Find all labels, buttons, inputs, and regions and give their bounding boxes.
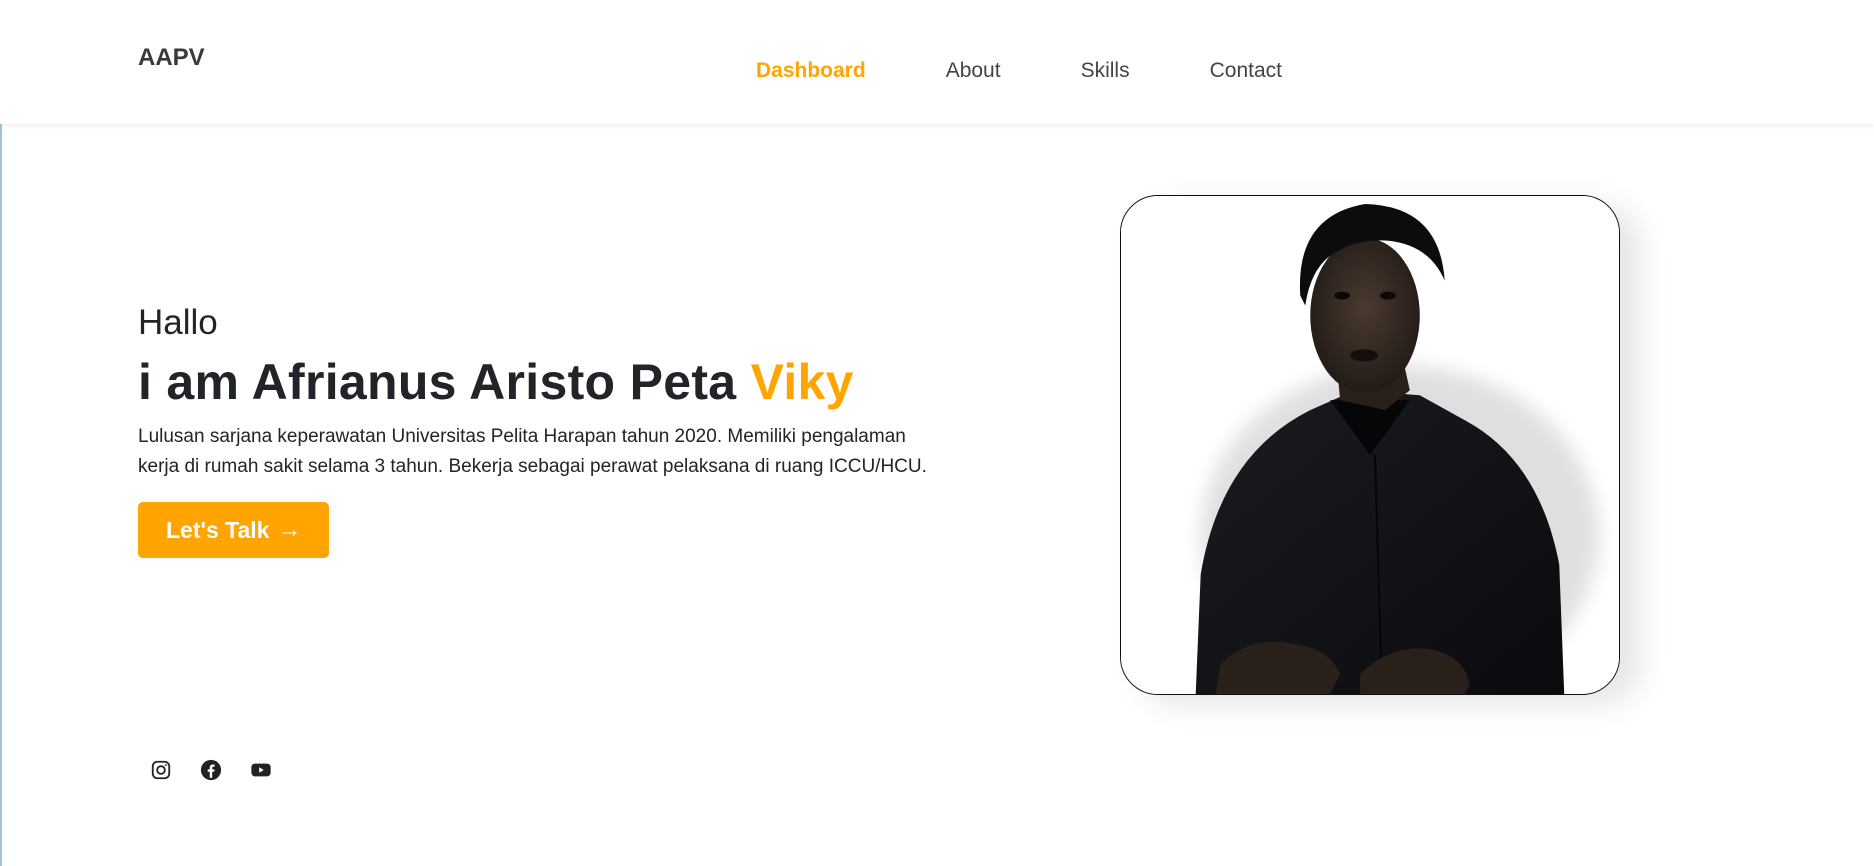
facebook-icon[interactable] (197, 756, 225, 784)
nav-link-skills[interactable]: Skills (1081, 58, 1130, 84)
person-portrait-image (1121, 196, 1619, 694)
hero-title: i am Afrianus Aristo Peta Viky (138, 350, 958, 414)
window-edge (0, 0, 2, 866)
hero-title-name: i am Afrianus Aristo Peta (138, 354, 751, 410)
lets-talk-label: Let's Talk (166, 516, 270, 543)
youtube-icon[interactable] (247, 756, 275, 784)
nav-link-contact[interactable]: Contact (1210, 58, 1282, 84)
nav-link-about[interactable]: About (946, 58, 1001, 84)
social-links (147, 756, 297, 784)
hero-greeting: Hallo (138, 303, 218, 342)
hero-section: Hallo i am Afrianus Aristo Peta Viky Lul… (138, 302, 958, 558)
main-nav: Dashboard About Skills Contact (756, 58, 1362, 84)
arrow-right-icon: → (277, 516, 302, 543)
lets-talk-button[interactable]: Let's Talk → (138, 502, 330, 558)
navbar: AAPV Dashboard About Skills Contact (0, 0, 1874, 124)
profile-photo (1120, 195, 1620, 695)
hero-title-accent: Viky (750, 354, 854, 410)
brand-logo[interactable]: AAPV (138, 44, 205, 72)
nav-link-dashboard[interactable]: Dashboard (756, 58, 866, 84)
instagram-icon[interactable] (147, 756, 175, 784)
hero-description: Lulusan sarjana keperawatan Universitas … (138, 426, 927, 477)
